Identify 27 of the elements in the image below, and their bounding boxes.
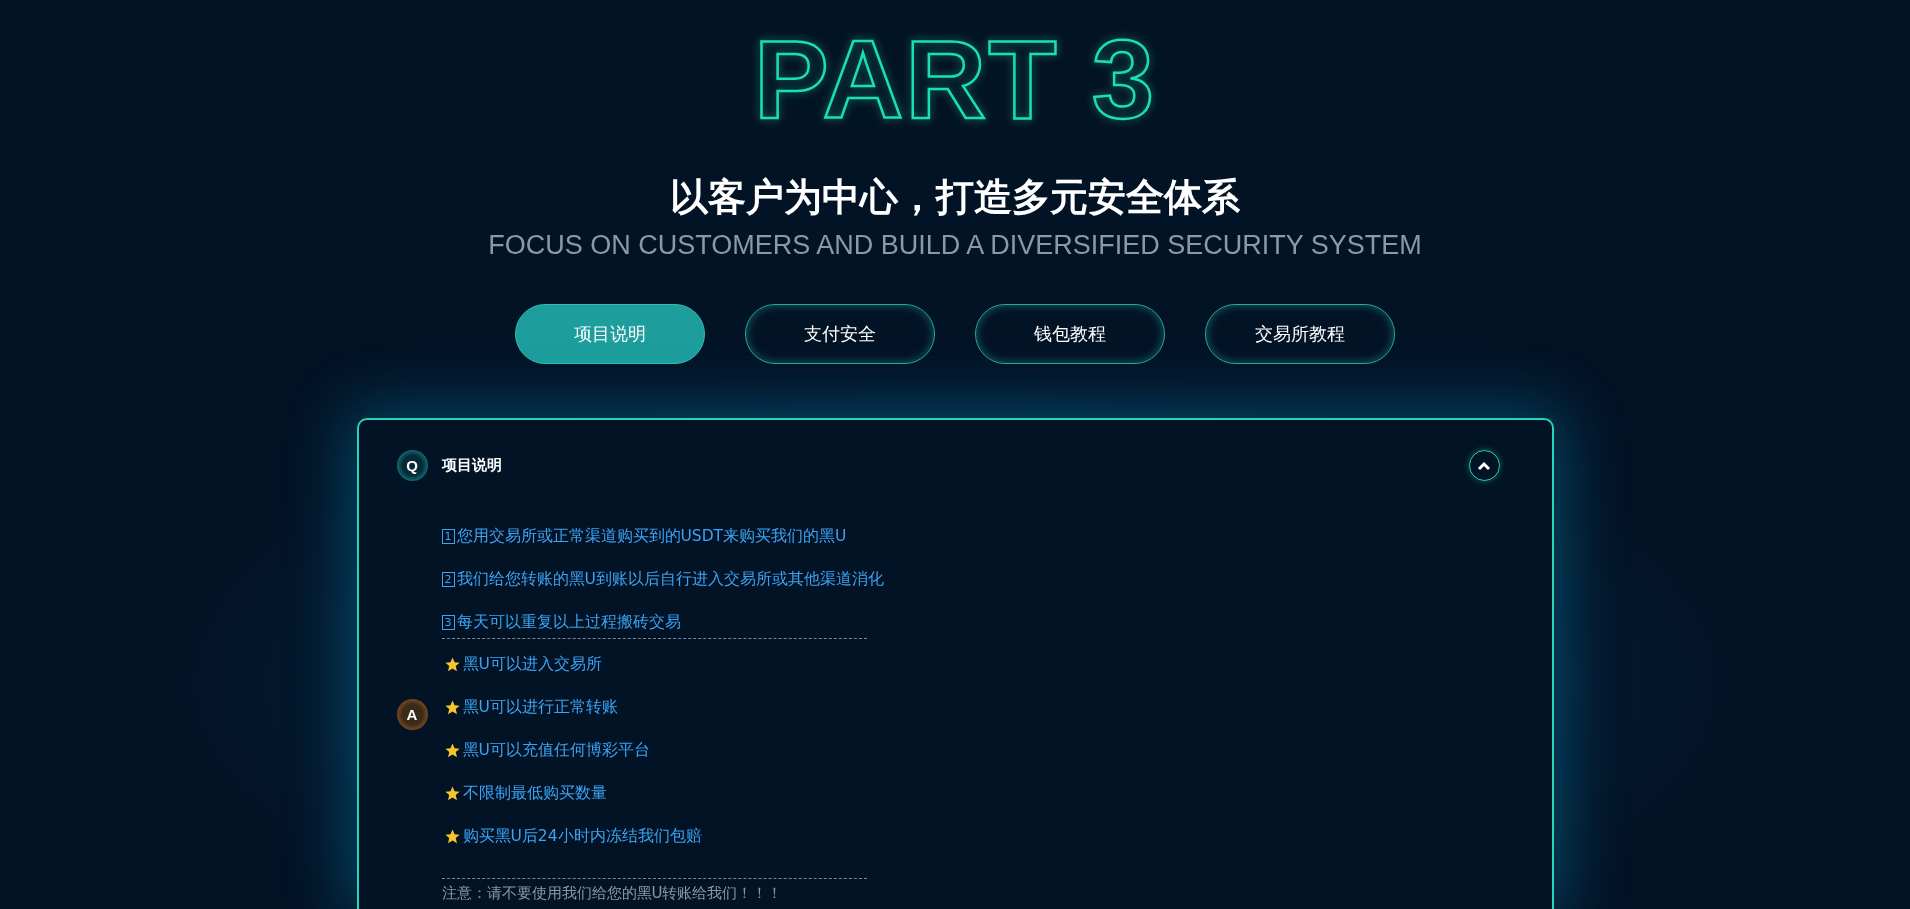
step-number: 2 (441, 572, 455, 587)
feature-text: 黑U可以进入交易所 (462, 654, 602, 675)
section-subtitle: FOCUS ON CUSTOMERS AND BUILD A DIVERSIFIED SECURITY SYSTEM (488, 229, 1422, 262)
step-text: 我们给您转账的黑U到账以后自行进入交易所或其他渠道消化 (456, 569, 884, 590)
question-title[interactable]: 项目说明 (441, 456, 1455, 475)
tab[interactable]: 交易所教程 (1205, 304, 1395, 364)
star-icon (443, 742, 461, 759)
feature-text: 黑U可以进行正常转账 (462, 697, 618, 718)
step-number: 3 (441, 615, 455, 630)
step-text: 您用交易所或正常渠道购买到的USDT来购买我们的黑U (456, 526, 847, 547)
feature-text: 黑U可以充值任何博彩平台 (462, 740, 650, 761)
part-heading: PART 3 (754, 24, 1156, 136)
star-icon (443, 656, 461, 673)
feature-text: 不限制最低购买数量 (462, 783, 607, 804)
chevron-icon (1477, 460, 1491, 471)
step-text: 每天可以重复以上过程搬砖交易 (456, 612, 681, 633)
tab[interactable]: 支付安全 (745, 304, 935, 364)
star-icon (443, 699, 461, 716)
section-title: 以客户为中心，打造多元安全体系 (670, 174, 1240, 220)
step-number: 1 (441, 529, 455, 544)
feature-text: 购买黑U后24小时内冻结我们包赔 (462, 826, 702, 847)
tab[interactable]: 钱包教程 (975, 304, 1165, 364)
star-icon (443, 828, 461, 845)
warning-note: 注意：请不要使用我们给您的黑U转账给我们！！！ (441, 883, 784, 903)
answer-badge: A (396, 699, 428, 730)
question-badge: Q (396, 450, 428, 481)
star-icon (443, 785, 461, 802)
